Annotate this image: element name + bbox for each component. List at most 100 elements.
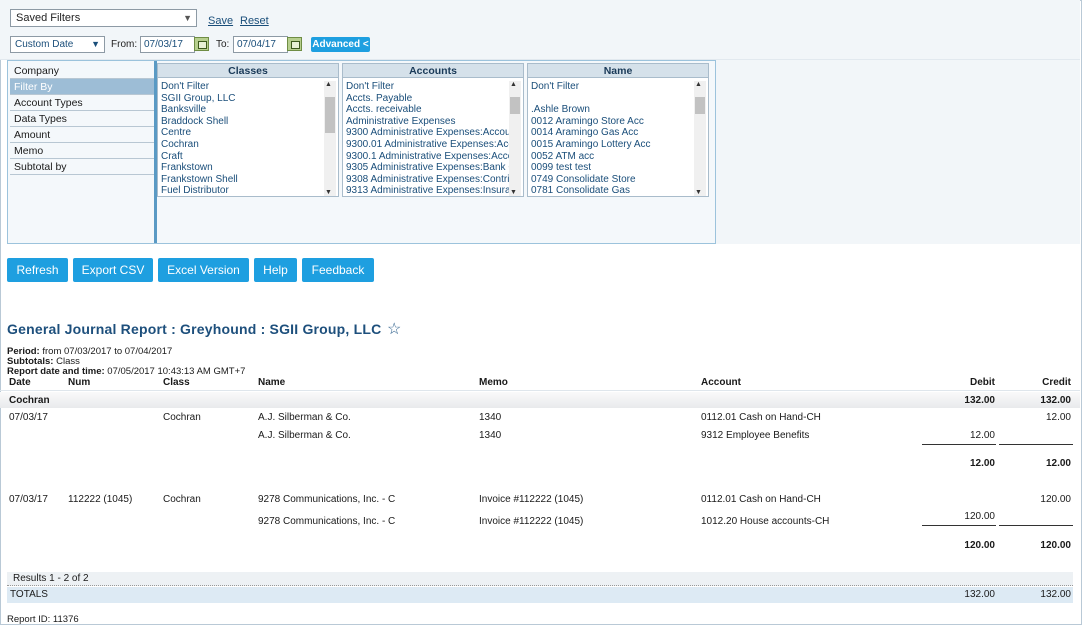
list-item[interactable]: 9308 Administrative Expenses:Contributio… [346,174,509,186]
list-item[interactable]: 0749 Consolidate Store [531,174,694,186]
list-item[interactable]: 0012 Aramingo Store Acc [531,116,694,128]
scroll-thumb[interactable] [510,97,520,114]
filter-category-amount[interactable]: Amount [10,127,154,143]
list-item[interactable]: 9300.1 Administrative Expenses:Accountin… [346,151,509,163]
row-name: 9278 Communications, Inc. - C [258,494,396,505]
report-id: Report ID: 11376 [7,614,79,625]
filter-category-account-types[interactable]: Account Types [10,95,154,111]
filter-category-filter-by[interactable]: Filter By [10,79,154,95]
list-item[interactable]: Don't Filter [531,81,694,93]
column-name[interactable]: Name [258,377,285,388]
list-item[interactable]: Accts. Payable [346,93,509,105]
date-range-select[interactable]: Custom Date ▼ [10,36,105,53]
row-class: Cochran [163,412,201,423]
row-name: A.J. Silberman & Co. [258,412,351,423]
calendar-icon[interactable] [194,37,209,51]
accounts-scrollbar[interactable]: ▲ ▼ [509,81,521,196]
accounts-listbox[interactable]: Don't Filter Accts. Payable Accts. recei… [346,81,509,196]
report-title: General Journal Report : Greyhound : SGI… [7,321,382,337]
subtotal-debit: 120.00 [964,540,995,551]
list-item[interactable]: 9300 Administrative Expenses:Accounting [346,127,509,139]
list-item[interactable]: Banksville [161,104,324,116]
row-class: Cochran [163,494,201,505]
row-debit: 12.00 [969,430,995,441]
help-button[interactable]: Help [254,258,297,282]
column-date[interactable]: Date [9,377,31,388]
list-item[interactable]: Frankstown [161,162,324,174]
list-item[interactable]: .Ashle Brown [531,104,694,116]
list-item[interactable]: Accts. receivable [346,104,509,116]
refresh-button[interactable]: Refresh [7,258,68,282]
list-item[interactable]: Frankstown Shell [161,174,324,186]
row-memo: 1340 [479,430,502,441]
classes-scrollbar[interactable]: ▲ ▼ [324,81,336,196]
list-item[interactable]: 0015 Aramingo Lottery Acc [531,139,694,151]
row-date: 07/03/17 [9,412,48,423]
scroll-up-icon[interactable]: ▲ [325,81,332,88]
filter-category-data-types[interactable]: Data Types [10,111,154,127]
list-item[interactable]: Braddock Shell [161,116,324,128]
subtotal-rule [922,444,996,445]
scroll-up-icon[interactable]: ▲ [510,81,517,88]
to-date-input[interactable]: 07/04/17 [233,36,288,53]
chevron-down-icon: ▼ [183,13,192,23]
scroll-thumb[interactable] [695,97,705,114]
export-csv-button[interactable]: Export CSV [73,258,153,282]
list-item[interactable] [531,93,694,105]
list-item[interactable]: 0099 test test [531,162,694,174]
list-item[interactable]: 0014 Aramingo Gas Acc [531,127,694,139]
filter-category-subtotal-by[interactable]: Subtotal by [10,159,154,175]
classes-panel: Classes Don't Filter SGII Group, LLC Ban… [157,63,339,197]
row-account: 1012.20 House accounts-CH [701,516,830,527]
calendar-icon[interactable] [287,37,302,51]
accounts-panel-title: Accounts [343,64,523,78]
list-item[interactable]: 0781 Consolidate Gas [531,185,694,196]
totals-credit: 132.00 [1040,589,1071,600]
star-icon[interactable]: ☆ [387,319,401,339]
subtotal-rule [999,525,1073,526]
column-credit[interactable]: Credit [1021,377,1071,388]
save-link[interactable]: Save [208,15,233,27]
scroll-down-icon[interactable]: ▼ [695,189,702,196]
subtotal-credit: 12.00 [1045,458,1071,469]
subtotal-rule [999,444,1073,445]
list-item[interactable]: Don't Filter [346,81,509,93]
name-scrollbar[interactable]: ▲ ▼ [694,81,706,196]
list-item[interactable]: Administrative Expenses [346,116,509,128]
column-num[interactable]: Num [68,377,90,388]
list-item[interactable]: SGII Group, LLC [161,93,324,105]
scroll-down-icon[interactable]: ▼ [325,189,332,196]
list-item[interactable]: Cochran [161,139,324,151]
classes-listbox[interactable]: Don't Filter SGII Group, LLC Banksville … [161,81,324,196]
top-toolbar: Saved Filters ▼ Save Reset Custom Date ▼… [0,0,1080,60]
scroll-up-icon[interactable]: ▲ [695,81,702,88]
list-item[interactable]: 0052 ATM acc [531,151,694,163]
filter-category-memo[interactable]: Memo [10,143,154,159]
filter-category-company[interactable]: Company [10,63,154,79]
list-item[interactable]: Craft [161,151,324,163]
column-memo[interactable]: Memo [479,377,508,388]
column-account[interactable]: Account [701,377,741,388]
list-item[interactable]: Centre [161,127,324,139]
list-item[interactable]: Fuel Distributor [161,185,324,196]
column-class[interactable]: Class [163,377,190,388]
advanced-button[interactable]: Advanced < [311,37,370,52]
subtotal-rule [922,525,996,526]
column-debit[interactable]: Debit [945,377,995,388]
list-item[interactable]: 9300.01 Administrative Expenses:Accounti… [346,139,509,151]
feedback-button[interactable]: Feedback [302,258,374,282]
reset-link[interactable]: Reset [240,15,269,27]
report-datetime: Report date and time: 07/05/2017 10:43:1… [7,366,245,377]
list-item[interactable]: Don't Filter [161,81,324,93]
excel-version-button[interactable]: Excel Version [158,258,249,282]
scroll-down-icon[interactable]: ▼ [510,189,517,196]
group-name: Cochran [9,395,50,406]
list-item[interactable]: 9305 Administrative Expenses:Bank Charge… [346,162,509,174]
date-row: Custom Date ▼ From: 07/03/17 To: 07/04/1… [0,35,1080,55]
from-date-input[interactable]: 07/03/17 [140,36,195,53]
row-debit: 120.00 [964,511,995,522]
saved-filters-select[interactable]: Saved Filters ▼ [10,9,197,27]
scroll-thumb[interactable] [325,97,335,133]
list-item[interactable]: 9313 Administrative Expenses:Insurance [346,185,509,196]
name-listbox[interactable]: Don't Filter .Ashle Brown 0012 Aramingo … [531,81,694,196]
